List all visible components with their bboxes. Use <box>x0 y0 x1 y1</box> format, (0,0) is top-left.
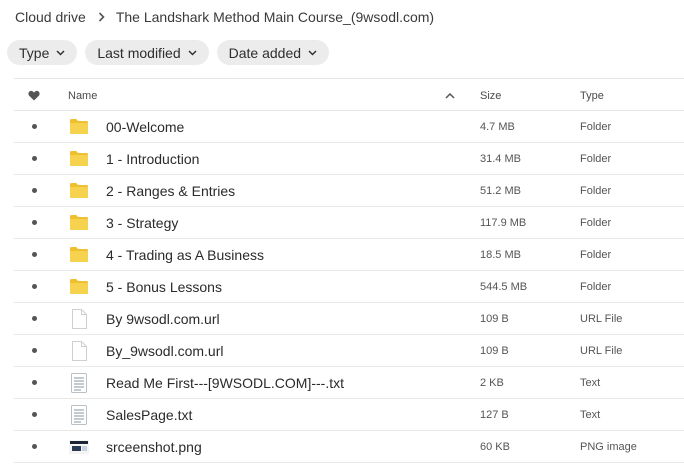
file-size: 18.5 MB <box>480 248 521 261</box>
file-size: 4.7 MB <box>480 120 515 133</box>
filter-type-button[interactable]: Type <box>7 40 78 65</box>
file-type: Folder <box>580 280 612 293</box>
row-dot-indicator[interactable] <box>28 399 40 430</box>
chevron-down-icon <box>308 49 317 56</box>
row-dot-indicator[interactable] <box>28 335 40 366</box>
text-file-icon <box>68 399 90 430</box>
breadcrumb: Cloud drive The Landshark Method Main Co… <box>15 8 434 26</box>
file-type: PNG image <box>580 440 637 453</box>
table-row[interactable]: srceenshot.png 60 KB PNG image <box>14 431 684 463</box>
file-size: 31.4 MB <box>480 152 521 165</box>
row-dot-indicator[interactable] <box>28 175 40 206</box>
file-name: 2 - Ranges & Entries <box>106 182 236 199</box>
filter-label: Type <box>19 44 50 61</box>
column-header-type[interactable]: Type <box>580 79 604 112</box>
folder-icon <box>68 143 90 174</box>
row-dot-indicator[interactable] <box>28 207 40 238</box>
row-dot-indicator[interactable] <box>28 303 40 334</box>
table-row[interactable]: 1 - Introduction 31.4 MB Folder <box>14 143 684 175</box>
file-type: Folder <box>580 120 612 133</box>
file-type: Folder <box>580 184 612 197</box>
file-name: Read Me First---[9WSODL.COM]---.txt <box>106 374 345 391</box>
folder-icon <box>68 271 90 302</box>
breadcrumb-root[interactable]: Cloud drive <box>15 9 86 25</box>
breadcrumb-current[interactable]: The Landshark Method Main Course_(9wsodl… <box>116 9 434 25</box>
file-size: 51.2 MB <box>480 184 521 197</box>
file-name: By 9wsodl.com.url <box>106 310 220 327</box>
file-size: 109 B <box>480 312 509 325</box>
chevron-down-icon <box>188 49 197 56</box>
row-dot-indicator[interactable] <box>28 271 40 302</box>
chevron-down-icon <box>56 49 65 56</box>
filter-label: Last modified <box>97 44 181 61</box>
file-size: 117.9 MB <box>480 216 527 229</box>
row-dot-indicator[interactable] <box>28 367 40 398</box>
file-size: 60 KB <box>480 440 510 453</box>
file-type: URL File <box>580 344 623 357</box>
table-row[interactable]: 2 - Ranges & Entries 51.2 MB Folder <box>14 175 684 207</box>
file-type: Text <box>580 376 601 389</box>
file-name: srceenshot.png <box>106 438 202 455</box>
file-size: 127 B <box>480 408 509 421</box>
file-type: Folder <box>580 152 612 165</box>
table-header: Name Size Type <box>14 78 684 111</box>
file-size: 2 KB <box>480 376 504 389</box>
sort-ascending-icon[interactable] <box>445 79 455 112</box>
file-type: Folder <box>580 216 612 229</box>
folder-icon <box>68 239 90 270</box>
heart-icon[interactable] <box>26 79 42 112</box>
table-row[interactable]: 3 - Strategy 117.9 MB Folder <box>14 207 684 239</box>
file-list: 00-Welcome 4.7 MB Folder 1 - Introduction 31… <box>14 111 684 463</box>
folder-icon <box>68 175 90 206</box>
filter-date-added-button[interactable]: Date added <box>216 40 330 65</box>
file-name: 5 - Bonus Lessons <box>106 278 222 295</box>
column-header-size[interactable]: Size <box>480 79 501 112</box>
row-dot-indicator[interactable] <box>28 111 40 142</box>
file-size: 109 B <box>480 344 509 357</box>
folder-icon <box>68 207 90 238</box>
file-name: 4 - Trading as A Business <box>106 246 264 263</box>
file-icon <box>68 303 90 334</box>
file-table: Name Size Type 00-Welcome 4.7 MB Folder 1 -… <box>14 78 684 463</box>
file-type: Text <box>580 408 601 421</box>
row-dot-indicator[interactable] <box>28 143 40 174</box>
table-row[interactable]: 5 - Bonus Lessons 544.5 MB Folder <box>14 271 684 303</box>
filter-bar: Type Last modified Date added <box>7 40 337 65</box>
filter-label: Date added <box>228 44 302 61</box>
file-name: SalesPage.txt <box>106 406 193 423</box>
row-dot-indicator[interactable] <box>28 431 40 462</box>
file-icon <box>68 335 90 366</box>
file-type: URL File <box>580 312 623 325</box>
table-row[interactable]: 00-Welcome 4.7 MB Folder <box>14 111 684 143</box>
chevron-right-icon <box>98 12 106 22</box>
table-row[interactable]: Read Me First---[9WSODL.COM]---.txt 2 KB T… <box>14 367 684 399</box>
column-header-name[interactable]: Name <box>68 79 97 112</box>
text-file-icon <box>68 367 90 398</box>
row-dot-indicator[interactable] <box>28 239 40 270</box>
table-row[interactable]: 4 - Trading as A Business 18.5 MB Folder <box>14 239 684 271</box>
file-name: 3 - Strategy <box>106 214 179 231</box>
filter-last-modified-button[interactable]: Last modified <box>85 40 209 65</box>
table-row[interactable]: By 9wsodl.com.url 109 B URL File <box>14 303 684 335</box>
image-file-icon <box>68 431 90 462</box>
file-name: By_9wsodl.com.url <box>106 342 224 359</box>
table-row[interactable]: By_9wsodl.com.url 109 B URL File <box>14 335 684 367</box>
file-name: 00-Welcome <box>106 118 185 135</box>
folder-icon <box>68 111 90 142</box>
file-name: 1 - Introduction <box>106 150 200 167</box>
table-row[interactable]: SalesPage.txt 127 B Text <box>14 399 684 431</box>
file-size: 544.5 MB <box>480 280 528 293</box>
file-type: Folder <box>580 248 612 261</box>
